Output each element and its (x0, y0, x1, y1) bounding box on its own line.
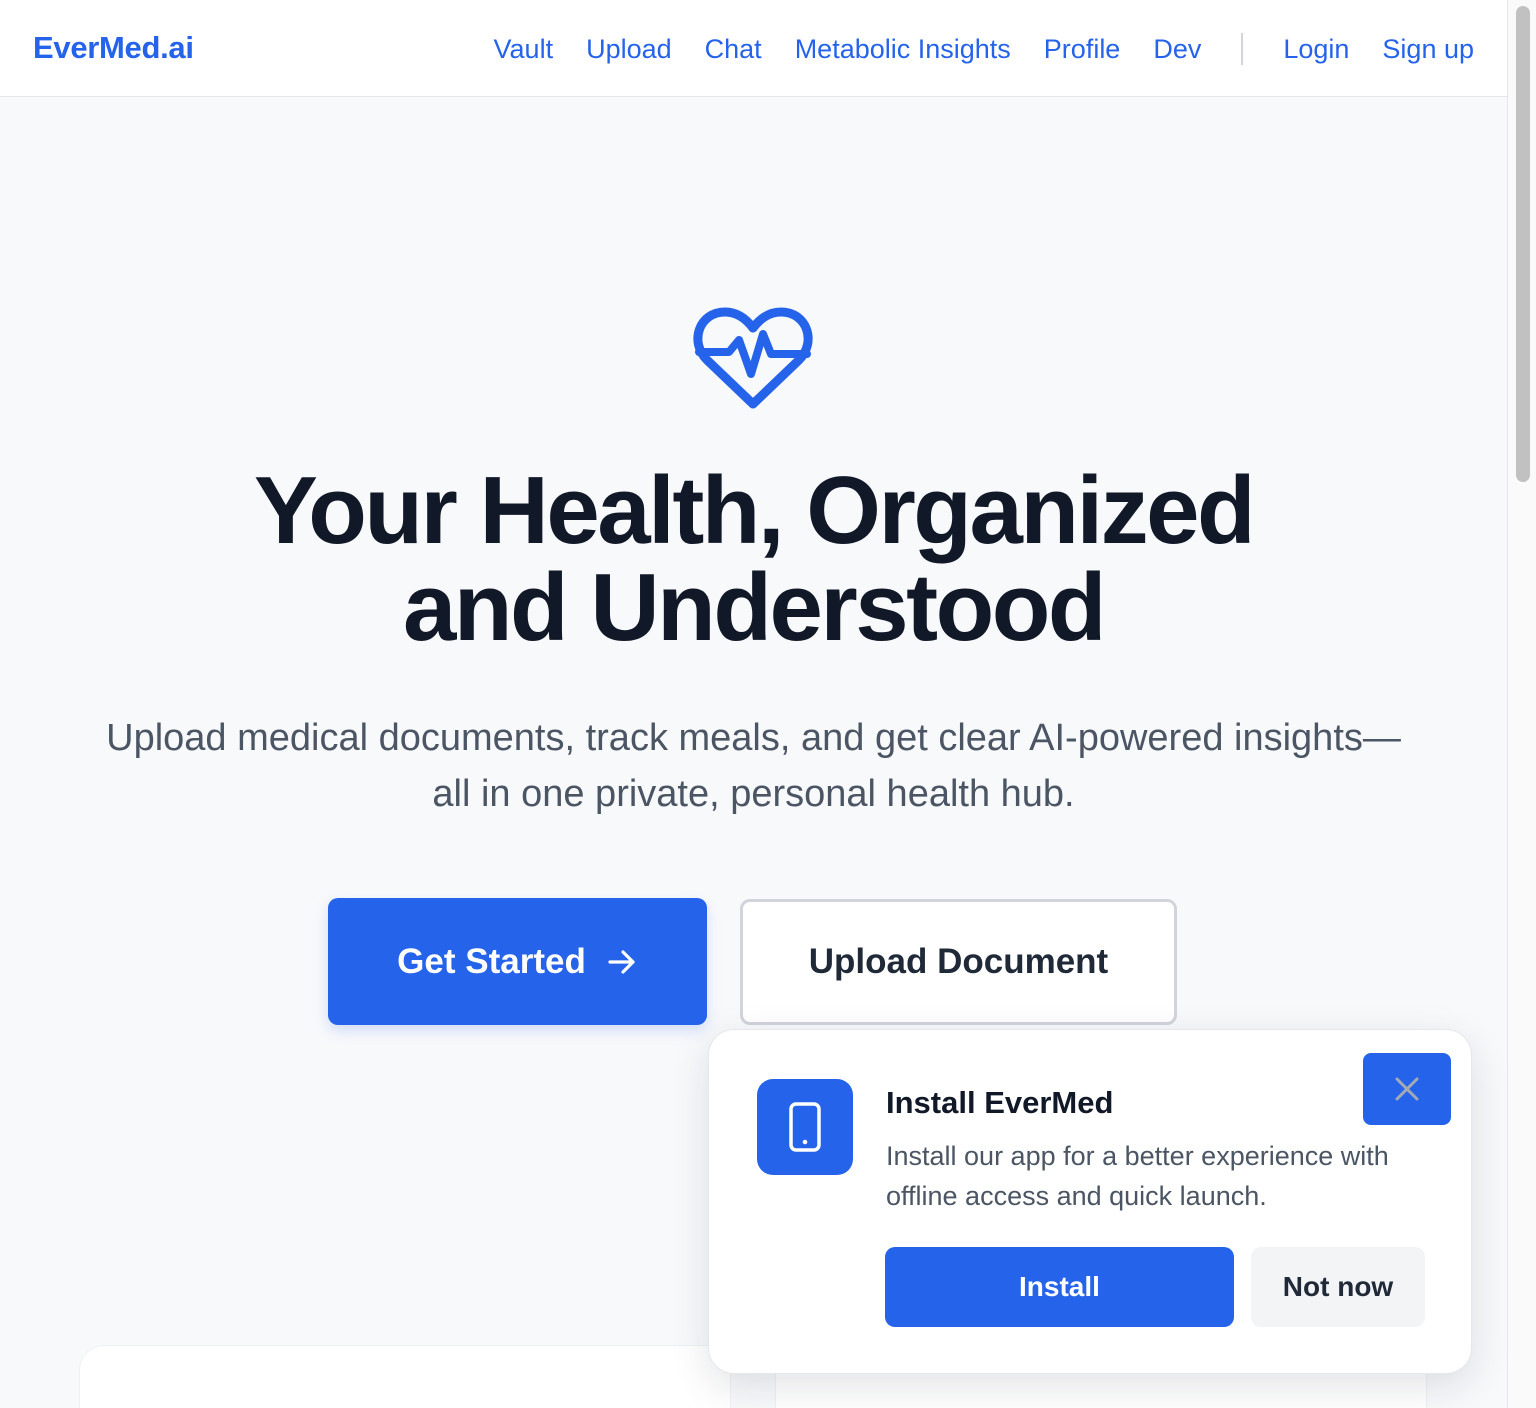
nav-link-metabolic-insights[interactable]: Metabolic Insights (795, 34, 1011, 65)
arrow-right-icon (608, 949, 635, 974)
nav-link-profile[interactable]: Profile (1044, 34, 1121, 65)
feature-card (80, 1346, 730, 1408)
nav-divider (1241, 33, 1244, 65)
signup-link[interactable]: Sign up (1382, 34, 1474, 65)
get-started-label: Get Started (397, 941, 586, 981)
hero-subtitle-line-1: Upload medical documents, track meals, a… (106, 717, 1401, 759)
nav-link-upload[interactable]: Upload (586, 34, 672, 65)
login-link[interactable]: Login (1283, 34, 1349, 65)
mobile-device-icon (757, 1079, 853, 1175)
hero-subtitle: Upload medical documents, track meals, a… (60, 710, 1447, 822)
nav-link-vault[interactable]: Vault (494, 34, 554, 65)
install-prompt-description: Install our app for a better experience … (886, 1141, 1389, 1211)
close-icon (1395, 1077, 1419, 1101)
nav-link-dev[interactable]: Dev (1153, 34, 1201, 65)
install-app-prompt: Install EverMed Install our app for a be… (708, 1029, 1472, 1374)
hero-title-line-1: Your Health, Organized (253, 457, 1256, 564)
top-navbar: EverMed.ai Vault Upload Chat Metabolic I… (0, 0, 1507, 97)
upload-document-button[interactable]: Upload Document (740, 899, 1177, 1025)
main-nav: Vault Upload Chat Metabolic Insights Pro… (494, 30, 1474, 68)
scrollbar-thumb[interactable] (1516, 6, 1530, 482)
get-started-button[interactable]: Get Started (328, 898, 707, 1025)
hero-subtitle-line-2: all in one private, personal health hub. (432, 773, 1075, 815)
heart-pulse-icon (693, 307, 813, 409)
not-now-button[interactable]: Not now (1251, 1247, 1425, 1327)
hero-title-line-2: and Understood (403, 554, 1106, 661)
page-scrollbar[interactable] (1507, 0, 1536, 1408)
nav-link-chat[interactable]: Chat (705, 34, 762, 65)
brand-logo-link[interactable]: EverMed.ai (33, 30, 194, 66)
install-prompt-title: Install EverMed (886, 1085, 1114, 1120)
install-button[interactable]: Install (885, 1247, 1234, 1327)
page: EverMed.ai Vault Upload Chat Metabolic I… (0, 0, 1536, 1408)
close-install-prompt-button[interactable] (1363, 1053, 1451, 1125)
hero-title: Your Health, Organized and Understood (0, 462, 1507, 656)
